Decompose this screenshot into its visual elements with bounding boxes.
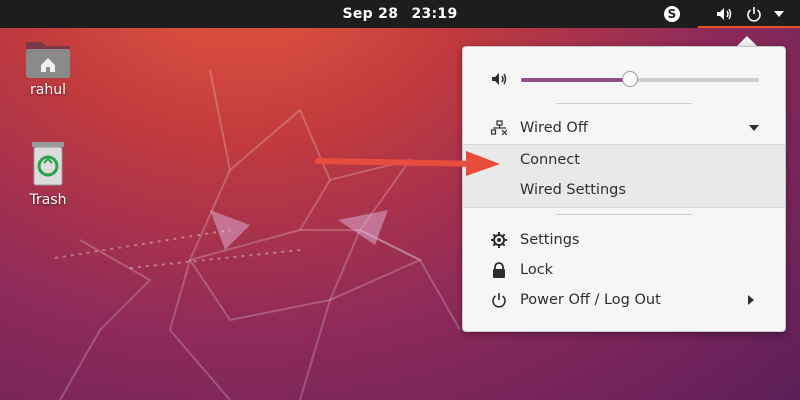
volume-slider[interactable]	[521, 71, 759, 87]
desktop-icon-trash[interactable]: Trash	[18, 140, 78, 208]
wired-settings-label: Wired Settings	[520, 182, 626, 198]
separator	[556, 103, 692, 104]
wired-status-label: Wired Off	[520, 120, 588, 136]
date-label: Sep 28	[342, 6, 399, 22]
home-folder-icon	[24, 38, 72, 78]
wired-settings-item[interactable]: Wired Settings	[463, 175, 785, 205]
desktop-icon-label: Trash	[29, 192, 67, 208]
lock-label: Lock	[520, 262, 554, 278]
speaker-icon	[717, 8, 732, 20]
chevron-down-icon	[749, 125, 759, 131]
desktop-icon-label: rahul	[30, 82, 66, 98]
connect-label: Connect	[520, 152, 580, 168]
gear-icon	[491, 232, 507, 248]
volume-slider-fill	[521, 78, 631, 82]
volume-slider-knob[interactable]	[622, 71, 639, 87]
wired-network-icon	[491, 120, 507, 136]
system-status-indicator[interactable]	[698, 0, 800, 28]
skype-tray-icon[interactable]: S	[664, 6, 680, 22]
separator	[556, 214, 692, 215]
trash-icon	[30, 140, 66, 188]
settings-item[interactable]: Settings	[463, 225, 785, 255]
power-icon	[492, 293, 506, 308]
desktop-icon-home[interactable]: rahul	[18, 38, 78, 98]
menu-pointer	[737, 36, 757, 46]
settings-label: Settings	[520, 232, 580, 248]
power-off-label: Power Off / Log Out	[520, 292, 661, 308]
connect-item[interactable]: Connect	[463, 145, 785, 175]
power-off-item[interactable]: Power Off / Log Out	[463, 285, 785, 315]
top-bar: Sep 28 23:19 S	[0, 0, 800, 28]
system-menu: Wired Off Connect Wired Settings Setting…	[462, 46, 786, 332]
power-icon	[747, 7, 761, 22]
annotation-arrow-icon	[315, 151, 500, 176]
wired-network-item[interactable]: Wired Off	[463, 113, 785, 143]
lock-icon	[493, 262, 505, 278]
speaker-icon	[492, 73, 507, 85]
lock-item[interactable]: Lock	[463, 255, 785, 285]
date-time-button[interactable]: Sep 28 23:19	[0, 0, 800, 28]
time-label: 23:19	[411, 6, 458, 22]
wired-submenu: Connect Wired Settings	[463, 144, 785, 208]
chevron-down-icon	[774, 11, 784, 17]
chevron-right-icon	[748, 295, 754, 305]
